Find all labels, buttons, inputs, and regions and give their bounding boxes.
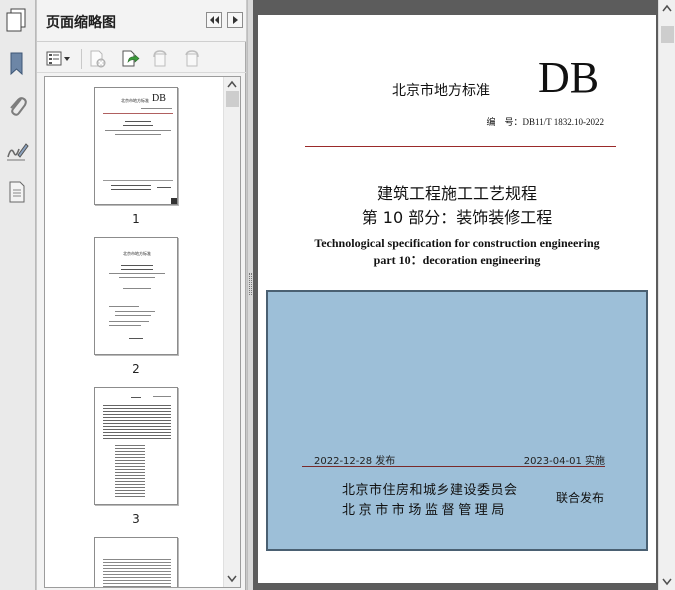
document-viewer[interactable]: 北京市地方标准 DB 编 号：DB11/T 1832.10-2022 建筑工程施…	[253, 0, 658, 590]
thumbnail-page-4[interactable]	[94, 537, 178, 587]
db-mark: DB	[538, 53, 600, 102]
implementation-date: 2023-04-01 实施	[523, 456, 605, 467]
thumb-line	[121, 269, 153, 270]
scroll-down-arrow-icon[interactable]	[662, 578, 672, 586]
scroll-up-arrow-icon[interactable]	[662, 4, 672, 12]
thumb-text-block	[103, 404, 171, 440]
thumbnail-scrollbar-thumb[interactable]	[226, 91, 239, 107]
insert-page-button[interactable]	[120, 49, 140, 69]
document-scrollbar-thumb[interactable]	[661, 26, 674, 43]
thumb-line	[123, 288, 151, 289]
thumb-line	[109, 306, 139, 307]
paperclip-icon[interactable]	[4, 92, 30, 120]
thumb-line	[115, 311, 155, 312]
issuer-market-supervision: 北京市市场监督管理局	[342, 503, 509, 518]
thumbnail-page-3[interactable]	[94, 387, 178, 505]
title-chinese-line-2: 第 10 部分：装饰装修工程	[361, 208, 553, 227]
thumb-header: 北京市地方标准	[121, 98, 149, 103]
footer-rule	[302, 466, 605, 467]
scroll-down-arrow-icon[interactable]	[227, 575, 237, 583]
thumb-line	[109, 321, 149, 322]
delete-page-icon	[90, 50, 106, 68]
options-menu-button[interactable]	[45, 49, 73, 69]
splitter-grip[interactable]	[249, 273, 252, 295]
issuer-housing-commission: 北京市住房和城乡建设委员会	[342, 483, 518, 498]
thumbnail-scrollbar[interactable]	[223, 77, 240, 587]
rotate-right-icon	[185, 50, 199, 67]
title-chinese-line-1: 建筑工程施工工艺规程	[376, 184, 537, 203]
thumbnail-page-label: 1	[132, 212, 140, 226]
chevron-right-icon	[233, 16, 238, 24]
thumb-line	[121, 265, 153, 266]
thumb-header: 北京市地方标准	[123, 251, 151, 256]
expand-panel-button[interactable]	[227, 12, 243, 28]
title-english-line-1: Technological specification for construc…	[314, 236, 600, 250]
title-english-line-2: part 10：decoration engineering	[373, 253, 541, 267]
rotate-left-button[interactable]	[150, 49, 170, 69]
thumbnail-list[interactable]: 北京市地方标准 DB 1 北京市地方标准 2 3	[44, 76, 241, 588]
document-page: 北京市地方标准 DB 编 号：DB11/T 1832.10-2022 建筑工程施…	[258, 15, 656, 583]
cover-info-box: 2022-12-28 发布 2023-04-01 实施 北京市住房和城乡建设委员…	[266, 290, 648, 551]
insert-page-icon	[122, 50, 140, 67]
thumb-text-block	[103, 558, 171, 587]
thumb-line	[131, 397, 141, 398]
standard-label: 北京市地方标准	[392, 83, 490, 99]
navigation-rail	[0, 0, 36, 590]
thumb-line	[109, 325, 141, 326]
thumb-line	[103, 180, 173, 181]
issue-date: 2022-12-28 发布	[314, 456, 396, 467]
signature-icon[interactable]	[4, 137, 30, 165]
thumb-line	[125, 121, 151, 122]
collapse-panel-button[interactable]	[206, 12, 222, 28]
thumbnail-page-2[interactable]: 北京市地方标准	[94, 237, 178, 355]
double-chevron-left-icon	[210, 16, 219, 24]
thumb-line	[129, 338, 143, 339]
panel-title: 页面缩略图	[46, 15, 116, 31]
thumb-line	[111, 185, 151, 186]
joint-issue-label: 联合发布	[556, 491, 605, 505]
thumbnails-toolbar	[37, 43, 246, 73]
page-icon[interactable]	[4, 178, 30, 206]
thumb-line	[119, 277, 155, 278]
thumbnail-page-1[interactable]: 北京市地方标准 DB	[94, 87, 178, 205]
rotate-right-button[interactable]	[182, 49, 202, 69]
thumb-line	[111, 189, 151, 190]
thumb-line	[105, 130, 171, 131]
thumb-line	[157, 187, 171, 188]
header-rule	[305, 146, 616, 147]
document-scrollbar[interactable]	[658, 0, 675, 590]
thumb-line	[141, 108, 172, 109]
thumb-line	[103, 113, 173, 114]
thumb-line	[109, 273, 165, 274]
page-thumbnails-panel: 页面缩略图 北京市地方标准 DB 1 北京市地方标准 2 3	[37, 0, 246, 590]
thumb-resize-handle[interactable]	[171, 198, 177, 204]
rotate-left-icon	[153, 50, 167, 67]
pages-panel-icon[interactable]	[3, 6, 29, 34]
thumb-line	[123, 125, 153, 126]
options-menu-icon	[46, 51, 70, 66]
thumbnail-page-label: 2	[132, 362, 140, 376]
standard-number: 编 号：DB11/T 1832.10-2022	[486, 117, 604, 127]
scroll-up-arrow-icon[interactable]	[227, 80, 237, 88]
panel-header: 页面缩略图	[37, 0, 246, 42]
bookmark-icon[interactable]	[4, 50, 30, 78]
thumb-text-block	[115, 444, 145, 498]
thumb-line	[115, 315, 151, 316]
delete-page-button[interactable]	[88, 49, 108, 69]
thumb-db-mark: DB	[152, 93, 166, 104]
thumbnail-page-label: 3	[132, 512, 140, 526]
thumb-line	[115, 134, 161, 135]
thumb-line	[153, 396, 171, 397]
toolbar-separator	[81, 49, 82, 69]
